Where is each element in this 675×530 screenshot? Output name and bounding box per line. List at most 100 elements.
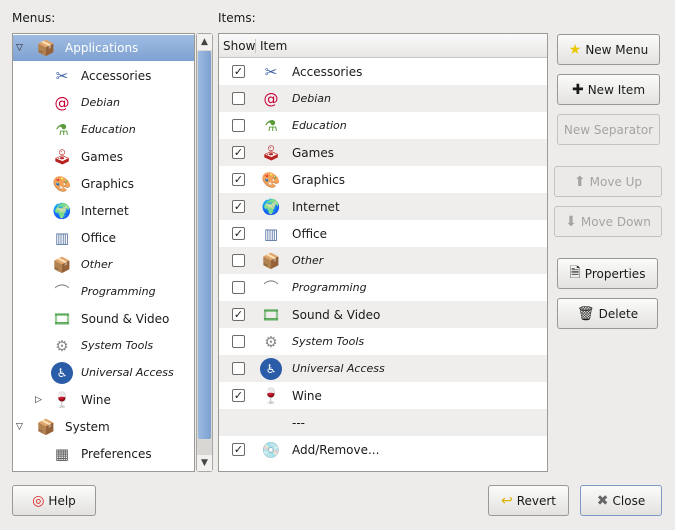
tree-item[interactable]: ▦ Preferences [13,440,194,467]
item-row[interactable]: ✓ 💿 Add/Remove... [219,436,547,463]
tree-item[interactable]: ♿ Universal Access [13,359,194,386]
arrow-down-icon: ⬇ [565,213,577,230]
move-down-label: Move Down [580,214,651,229]
item-label: Education [292,119,347,132]
lifebuoy-icon: ◎ [32,492,45,509]
show-checkbox[interactable]: ✓ [232,200,245,213]
show-checkbox[interactable]: ✓ [232,65,245,78]
properties-button[interactable]: 🗎 Properties [557,258,658,289]
item-row[interactable]: ✓ 🕹 Games [219,139,547,166]
other-icon: 📦 [261,251,281,270]
scrollbar-thumb[interactable] [198,51,211,439]
tree-item-label: Sound & Video [81,311,170,326]
tree-item-label: Universal Access [81,366,174,379]
games-icon: 🕹 [52,147,72,166]
scroll-down-arrow[interactable]: ▼ [197,455,212,471]
tree-item[interactable]: @ Debian [13,89,194,116]
item-row[interactable]: ✓ ▥ Office [219,220,547,247]
item-row[interactable]: ✓ 🍷 Wine [219,382,547,409]
sound-video-icon: 🎞 [261,305,281,324]
debian-icon: @ [54,93,70,112]
properties-icon: 🗎 [569,264,581,281]
move-up-label: Move Up [589,174,643,189]
new-item-button[interactable]: ✚ New Item [557,74,660,105]
internet-icon: 🌍 [261,197,281,216]
new-separator-button[interactable]: New Separator [557,114,660,145]
show-checkbox[interactable]: ✓ [232,389,245,402]
tree-item[interactable]: 🌍 Internet [13,197,194,224]
universal-access-icon: ♿ [260,357,282,380]
expander-open-icon[interactable]: ▽ [16,422,23,432]
expander-closed-icon[interactable]: ▷ [35,395,42,405]
show-checkbox[interactable]: ✓ [232,146,245,159]
menus-label: Menus: [12,11,56,25]
item-row[interactable]: ⌒ Programming [219,274,547,301]
item-row[interactable]: ✓ 🎞 Sound & Video [219,301,547,328]
items-list[interactable]: Show Item ✓ ✂ Accessories @ Debian ⚗ Education… [218,33,548,472]
tree-item[interactable]: 🕹 Games [13,143,194,170]
show-checkbox[interactable]: ✓ [232,173,245,186]
tree-item-label: Office [81,230,117,245]
revert-button[interactable]: ↩ Revert [488,485,569,516]
tree-item-label: Graphics [81,176,134,191]
show-checkbox[interactable]: ✓ [232,443,245,456]
item-row[interactable]: 📦 Other [219,247,547,274]
item-row[interactable]: ⚗ Education [219,112,547,139]
new-menu-button[interactable]: ★ New Menu [557,34,660,65]
menus-tree[interactable]: ▽ 📦 Applications ✂ Accessories @ Debian ⚗ Educat… [12,33,195,472]
tree-item[interactable]: 📦 Other [13,251,194,278]
tree-item[interactable]: ▽ 📦 System [13,413,194,440]
column-item[interactable]: Item [256,39,287,53]
debian-icon: @ [263,89,279,108]
item-label: Programming [292,281,367,294]
item-row[interactable]: ✓ ✂ Accessories [219,58,547,85]
education-icon: ⚗ [264,116,278,135]
column-show[interactable]: Show [219,38,256,53]
show-checkbox[interactable] [232,254,245,267]
separator-row[interactable]: --- [219,409,547,436]
item-row[interactable]: ✓ 🌍 Internet [219,193,547,220]
item-row[interactable]: ✓ 🎨 Graphics [219,166,547,193]
tree-item-label: Applications [65,41,139,55]
tree-item[interactable]: ⌒ Programming [13,278,194,305]
show-checkbox[interactable] [232,119,245,132]
games-icon: 🕹 [261,143,281,162]
applications-icon: 📦 [36,39,56,57]
tree-item-label: System [65,419,110,434]
item-label: Graphics [292,172,345,187]
tree-item[interactable]: ▷ 🍷 Wine [13,386,194,413]
office-icon: ▥ [54,228,70,247]
tree-item[interactable]: ⚙ System Tools [13,332,194,359]
item-row[interactable]: ♿ Universal Access [219,355,547,382]
show-checkbox[interactable] [232,281,245,294]
other-icon: 📦 [52,255,72,274]
new-item-label: New Item [587,82,646,97]
move-down-button[interactable]: ⬇ Move Down [554,206,662,237]
item-row[interactable]: @ Debian [219,85,547,112]
delete-button[interactable]: 🗑 Delete [557,298,658,329]
graphics-icon: 🎨 [261,170,281,189]
tree-item[interactable]: 🎨 Graphics [13,170,194,197]
tree-item[interactable]: ▽ 📦 Applications [13,35,194,61]
show-checkbox[interactable]: ✓ [232,227,245,240]
tree-item[interactable]: ⚗ Education [13,116,194,143]
close-label: Close [612,493,646,508]
items-label: Items: [218,11,256,25]
show-checkbox[interactable] [232,362,245,375]
tree-item[interactable]: ▥ Office [13,224,194,251]
item-row[interactable]: ⚙ System Tools [219,328,547,355]
tree-item[interactable]: 🎞 Sound & Video [13,305,194,332]
expander-open-icon[interactable]: ▽ [16,43,23,53]
show-checkbox[interactable] [232,335,245,348]
close-button[interactable]: ✖ Close [580,485,662,516]
move-up-button[interactable]: ⬆ Move Up [554,166,662,197]
show-checkbox[interactable] [232,92,245,105]
item-label: Internet [292,199,340,214]
tree-item[interactable]: ✂ Accessories [13,62,194,89]
scroll-up-arrow[interactable]: ▲ [197,34,212,50]
tree-item-label: Wine [81,392,111,407]
show-checkbox[interactable]: ✓ [232,308,245,321]
help-button[interactable]: ◎ Help [12,485,96,516]
item-label: System Tools [292,335,365,348]
menus-scrollbar[interactable]: ▲ ▼ [196,33,213,472]
